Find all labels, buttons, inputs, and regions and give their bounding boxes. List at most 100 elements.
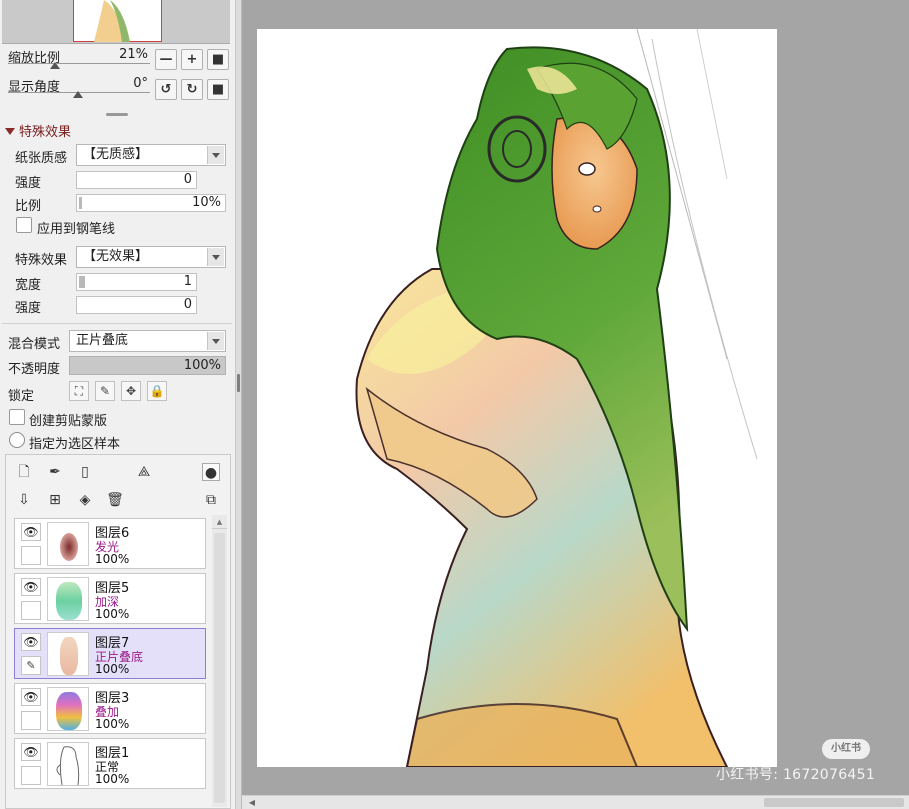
texture-strength-value: 0 xyxy=(183,172,192,187)
layer-item-3[interactable]: 👁 图层3 叠加 100% xyxy=(14,683,206,734)
effects-section-title: 特殊效果 xyxy=(19,125,72,140)
effect-label: 特殊效果 xyxy=(15,253,68,268)
layer-item-1[interactable]: 👁 图层1 正常 100% xyxy=(14,738,206,789)
scroll-left-icon[interactable]: ◀ xyxy=(245,798,259,808)
scrollbar-thumb[interactable] xyxy=(214,533,225,803)
navigator-preview[interactable] xyxy=(2,0,230,44)
tone-icon[interactable]: ⟁ xyxy=(135,463,153,481)
layer-list: 👁 图层6 发光 100% 👁 图层5 加深 100% 👁 ✎ 图层7 正片叠底… xyxy=(10,515,207,809)
layer-settings-icon[interactable]: ⧉ xyxy=(202,491,220,509)
effects-section-header[interactable]: 特殊效果 xyxy=(5,121,71,140)
zoom-reset-button[interactable]: ■ xyxy=(207,49,229,70)
plus-icon: + xyxy=(186,52,198,67)
canvas-area[interactable] xyxy=(242,0,909,795)
lock-label: 锁定 xyxy=(8,389,35,404)
reset-square-icon: ■ xyxy=(211,82,225,97)
paint-tool-sai-window: 缩放比例 21% — + ■ 显示角度 0° ↺ ↻ ■ 特殊效果 纸张质感 【… xyxy=(0,0,909,809)
add-mask-icon[interactable]: ⊞ xyxy=(46,491,64,509)
layer-item-5[interactable]: 👁 图层5 加深 100% xyxy=(14,573,206,624)
rotate-left-button[interactable]: ↺ xyxy=(155,79,177,100)
merge-down-icon[interactable]: ⇩ xyxy=(15,491,33,509)
lock-all-button[interactable]: 🔒 xyxy=(147,381,167,401)
pencil-icon[interactable]: ✎ xyxy=(21,656,41,675)
trash-icon[interactable]: 🗑 xyxy=(106,491,124,509)
opacity-value: 100% xyxy=(183,358,221,373)
lock-paint-button[interactable]: ✎ xyxy=(95,381,115,401)
texture-strength-label: 强度 xyxy=(15,176,42,191)
layer-edit-slot[interactable] xyxy=(21,601,41,620)
reset-square-icon: ■ xyxy=(211,52,225,67)
texture-scale-field[interactable]: 10% xyxy=(76,194,226,212)
minus-icon: — xyxy=(159,52,173,67)
selection-source-checkbox[interactable] xyxy=(9,432,25,448)
paper-texture-select[interactable]: 【无质感】 xyxy=(76,144,226,166)
paper-texture-value: 【无质感】 xyxy=(83,147,149,162)
blend-mode-label: 混合模式 xyxy=(8,337,61,352)
layer-thumbnail xyxy=(47,577,89,621)
lock-move-button[interactable]: ✥ xyxy=(121,381,141,401)
apply-to-pen-checkbox[interactable] xyxy=(16,217,32,233)
record-icon[interactable]: ● xyxy=(202,463,220,481)
chevron-down-icon xyxy=(207,146,224,164)
canvas-artwork[interactable] xyxy=(257,29,777,767)
zoom-slider[interactable]: 缩放比例 21% xyxy=(8,47,150,71)
zoom-track xyxy=(8,63,150,64)
effect-width-field[interactable]: 1 xyxy=(76,273,197,291)
zoom-knob[interactable] xyxy=(50,62,60,69)
rotate-right-button[interactable]: ↻ xyxy=(181,79,203,100)
selection-source-label: 指定为选区样本 xyxy=(29,437,121,452)
layer-item-7[interactable]: 👁 ✎ 图层7 正片叠底 100% xyxy=(14,628,206,679)
effect-strength-field[interactable]: 0 xyxy=(76,296,197,314)
artwork-illustration xyxy=(355,29,758,767)
layer-edit-slot[interactable] xyxy=(21,711,41,730)
lock-transparency-icon: ⛶ xyxy=(74,384,84,398)
texture-scale-label: 比例 xyxy=(15,199,42,214)
layer-opacity: 100% xyxy=(95,552,130,566)
lock-paint-icon: ✎ xyxy=(99,384,111,398)
zoom-out-button[interactable]: — xyxy=(155,49,177,70)
eye-icon[interactable]: 👁 xyxy=(21,743,41,761)
effect-width-value: 1 xyxy=(183,274,192,289)
rotate-knob[interactable] xyxy=(73,91,83,98)
eye-icon[interactable]: 👁 xyxy=(21,688,41,706)
texture-strength-field[interactable]: 0 xyxy=(76,171,197,189)
navigator-artwork-thumb xyxy=(94,0,130,42)
watermark-badge: 小红书 xyxy=(822,739,870,759)
navigator-viewport-frame[interactable] xyxy=(73,0,162,42)
clipping-mask-checkbox[interactable] xyxy=(9,409,25,425)
panel-resize-grip[interactable] xyxy=(106,113,128,116)
blend-mode-select[interactable]: 正片叠底 xyxy=(69,330,226,352)
rotate-slider[interactable]: 显示角度 0° xyxy=(8,76,150,100)
effect-select[interactable]: 【无效果】 xyxy=(76,246,226,268)
layer-item-6[interactable]: 👁 图层6 发光 100% xyxy=(14,518,206,569)
eye-icon[interactable]: 👁 xyxy=(21,633,41,651)
lock-move-icon: ✥ xyxy=(125,384,137,398)
effect-value: 【无效果】 xyxy=(83,249,149,264)
scroll-up-icon[interactable]: ▲ xyxy=(212,515,227,529)
opacity-slider[interactable]: 100% xyxy=(69,356,226,375)
effect-strength-label: 强度 xyxy=(15,301,42,316)
layer-list-scrollbar[interactable]: ▲ xyxy=(212,515,227,807)
rotate-reset-button[interactable]: ■ xyxy=(207,79,229,100)
layer-opacity: 100% xyxy=(95,772,130,786)
lock-transparency-button[interactable]: ⛶ xyxy=(69,381,89,401)
layer-edit-slot[interactable] xyxy=(21,766,41,785)
rotate-value: 0° xyxy=(133,76,148,91)
layer-edit-slot[interactable] xyxy=(21,546,41,565)
layer-opacity: 100% xyxy=(95,662,130,676)
effect-strength-value: 0 xyxy=(183,297,192,312)
new-folder-icon[interactable]: ▯ xyxy=(76,463,94,481)
clipping-mask-label: 创建剪贴蒙版 xyxy=(29,414,108,429)
zoom-in-button[interactable]: + xyxy=(181,49,203,70)
hscroll-thumb[interactable] xyxy=(764,798,904,807)
clear-layer-icon[interactable]: ◈ xyxy=(76,491,94,509)
eye-icon[interactable]: 👁 xyxy=(21,578,41,596)
splitter-grip[interactable] xyxy=(237,374,240,392)
new-layer-icon[interactable]: 🗋 xyxy=(15,463,33,481)
rotate-ccw-icon: ↺ xyxy=(160,82,172,97)
canvas-hscrollbar[interactable]: ◀ xyxy=(242,795,909,809)
new-linework-layer-icon[interactable]: ✒ xyxy=(46,463,64,481)
layer-panel: 🗋 ✒ ▯ ⟁ ● ⇩ ⊞ ◈ 🗑 ⧉ 👁 图层6 发光 100% 👁 图层5 … xyxy=(5,454,231,809)
paper-texture-label: 纸张质感 xyxy=(15,151,68,166)
eye-icon[interactable]: 👁 xyxy=(21,523,41,541)
